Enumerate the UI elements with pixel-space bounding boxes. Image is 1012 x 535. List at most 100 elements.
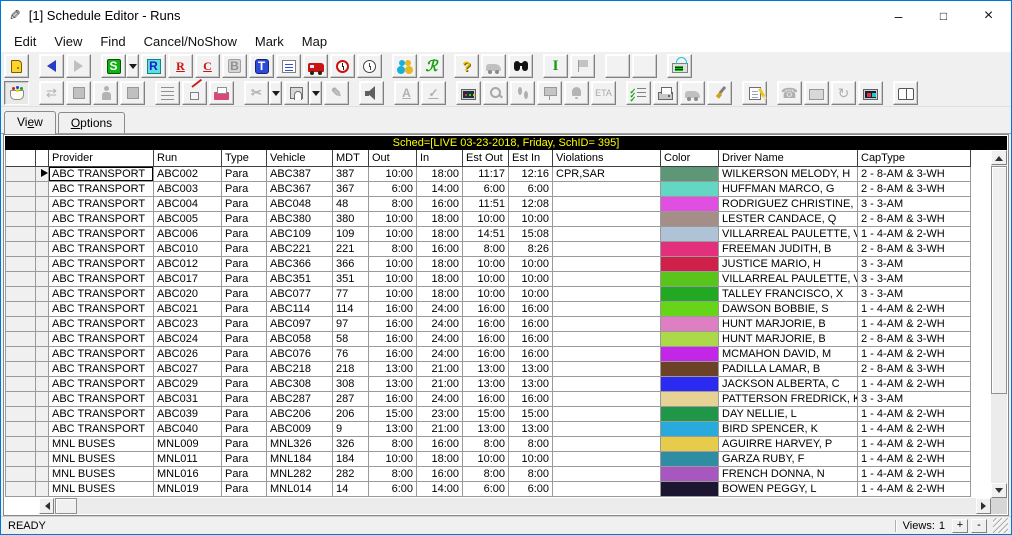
- cell-est-in[interactable]: 15:00: [509, 407, 553, 422]
- cell-in[interactable]: 21:00: [417, 362, 463, 377]
- cell-run[interactable]: ABC031: [154, 392, 222, 407]
- cell-captype[interactable]: 2 - 8-AM & 3-WH: [858, 212, 971, 227]
- cell-run[interactable]: ABC023: [154, 317, 222, 332]
- cell-driver-name[interactable]: TALLEY FRANCISCO, X: [719, 287, 858, 302]
- row-selector[interactable]: [36, 212, 49, 227]
- cell-vehicle[interactable]: MNL184: [267, 452, 333, 467]
- row-selector[interactable]: [36, 167, 49, 182]
- exit-button[interactable]: [4, 54, 29, 78]
- cell-est-in[interactable]: 13:00: [509, 362, 553, 377]
- cell-vehicle[interactable]: ABC109: [267, 227, 333, 242]
- cell-captype[interactable]: 1 - 4-AM & 2-WH: [858, 452, 971, 467]
- cell-est-out[interactable]: 10:00: [463, 212, 509, 227]
- cell-violations[interactable]: [553, 212, 661, 227]
- vertical-scrollbar-thumb[interactable]: [991, 166, 1007, 394]
- cell-mdt[interactable]: 9: [333, 422, 369, 437]
- column-header-out[interactable]: Out: [369, 150, 417, 167]
- cell-driver-name[interactable]: WILKERSON MELODY, H: [719, 167, 858, 182]
- row-selector[interactable]: [36, 242, 49, 257]
- row-selector[interactable]: [36, 467, 49, 482]
- menu-mark[interactable]: Mark: [246, 32, 293, 51]
- cell-in[interactable]: 18:00: [417, 167, 463, 182]
- cell-driver-name[interactable]: JUSTICE MARIO, H: [719, 257, 858, 272]
- cut-run-button-dropdown[interactable]: [269, 81, 282, 105]
- cell-type[interactable]: Para: [222, 182, 267, 197]
- cell-driver-name[interactable]: DAWSON BOBBIE, S: [719, 302, 858, 317]
- cell-mdt[interactable]: 287: [333, 392, 369, 407]
- trips-button[interactable]: T: [249, 54, 274, 78]
- cell-run[interactable]: ABC005: [154, 212, 222, 227]
- column-header-captype[interactable]: CapType: [858, 150, 971, 167]
- cell-provider[interactable]: ABC TRANSPORT: [49, 197, 154, 212]
- cell-color[interactable]: [661, 452, 719, 467]
- cell-est-in[interactable]: 8:00: [509, 467, 553, 482]
- map-display-button[interactable]: [858, 81, 883, 105]
- menu-map[interactable]: Map: [293, 32, 336, 51]
- resize-grip[interactable]: [993, 518, 1008, 533]
- brush-button[interactable]: [707, 81, 732, 105]
- cell-driver-name[interactable]: MCMAHON DAVID, M: [719, 347, 858, 362]
- cell-color[interactable]: [661, 347, 719, 362]
- cell-in[interactable]: 24:00: [417, 392, 463, 407]
- cell-captype[interactable]: 1 - 4-AM & 2-WH: [858, 467, 971, 482]
- cell-vehicle[interactable]: MNL014: [267, 482, 333, 497]
- cell-driver-name[interactable]: HUNT MARJORIE, B: [719, 332, 858, 347]
- cell-mdt[interactable]: 308: [333, 377, 369, 392]
- cell-violations[interactable]: [553, 452, 661, 467]
- cell-vehicle[interactable]: ABC009: [267, 422, 333, 437]
- itinerary-button[interactable]: [276, 54, 301, 78]
- cell-captype[interactable]: 2 - 8-AM & 3-WH: [858, 167, 971, 182]
- cell-violations[interactable]: [553, 377, 661, 392]
- cell-out[interactable]: 15:00: [369, 407, 417, 422]
- monitor-button[interactable]: [456, 81, 481, 105]
- cell-color[interactable]: [661, 242, 719, 257]
- cell-driver-name[interactable]: HUNT MARJORIE, B: [719, 317, 858, 332]
- vehicles-button[interactable]: [303, 54, 328, 78]
- book-button[interactable]: [893, 81, 918, 105]
- cell-mdt[interactable]: 282: [333, 467, 369, 482]
- cell-run[interactable]: ABC021: [154, 302, 222, 317]
- menu-find[interactable]: Find: [91, 32, 134, 51]
- row-selector[interactable]: [36, 302, 49, 317]
- mdt-button[interactable]: [667, 54, 692, 78]
- cell-violations[interactable]: [553, 482, 661, 497]
- row-selector[interactable]: [36, 287, 49, 302]
- cell-type[interactable]: Para: [222, 227, 267, 242]
- cell-est-in[interactable]: 16:00: [509, 332, 553, 347]
- cell-driver-name[interactable]: HUFFMAN MARCO, G: [719, 182, 858, 197]
- horizontal-scrollbar[interactable]: [39, 498, 991, 514]
- cell-color[interactable]: [661, 407, 719, 422]
- cell-provider[interactable]: MNL BUSES: [49, 482, 154, 497]
- cell-driver-name[interactable]: BIRD SPENCER, K: [719, 422, 858, 437]
- cell-driver-name[interactable]: JACKSON ALBERTA, C: [719, 377, 858, 392]
- cell-out[interactable]: 10:00: [369, 227, 417, 242]
- cell-in[interactable]: 18:00: [417, 452, 463, 467]
- column-header-run[interactable]: Run: [154, 150, 222, 167]
- cell-color[interactable]: [661, 482, 719, 497]
- cell-captype[interactable]: 2 - 8-AM & 3-WH: [858, 332, 971, 347]
- cell-violations[interactable]: [553, 332, 661, 347]
- cell-provider[interactable]: MNL BUSES: [49, 437, 154, 452]
- cell-driver-name[interactable]: PADILLA LAMAR, B: [719, 362, 858, 377]
- row-selector[interactable]: [36, 407, 49, 422]
- schedules-button-dropdown[interactable]: [126, 54, 139, 78]
- help-button[interactable]: ?: [454, 54, 479, 78]
- row-selector[interactable]: [36, 197, 49, 212]
- row-selector[interactable]: [36, 257, 49, 272]
- cell-captype[interactable]: 1 - 4-AM & 2-WH: [858, 302, 971, 317]
- cell-out[interactable]: 16:00: [369, 317, 417, 332]
- cell-provider[interactable]: ABC TRANSPORT: [49, 392, 154, 407]
- cell-vehicle[interactable]: ABC076: [267, 347, 333, 362]
- cell-est-out[interactable]: 8:00: [463, 437, 509, 452]
- back-button[interactable]: [39, 54, 64, 78]
- cell-run[interactable]: ABC026: [154, 347, 222, 362]
- cell-run[interactable]: ABC004: [154, 197, 222, 212]
- cell-captype[interactable]: 1 - 4-AM & 2-WH: [858, 317, 971, 332]
- column-header-vehicle[interactable]: Vehicle: [267, 150, 333, 167]
- row-selector[interactable]: [36, 347, 49, 362]
- cell-violations[interactable]: [553, 182, 661, 197]
- scroll-left-button[interactable]: [39, 498, 54, 514]
- cell-run[interactable]: ABC017: [154, 272, 222, 287]
- cell-captype[interactable]: 1 - 4-AM & 2-WH: [858, 437, 971, 452]
- cell-violations[interactable]: [553, 257, 661, 272]
